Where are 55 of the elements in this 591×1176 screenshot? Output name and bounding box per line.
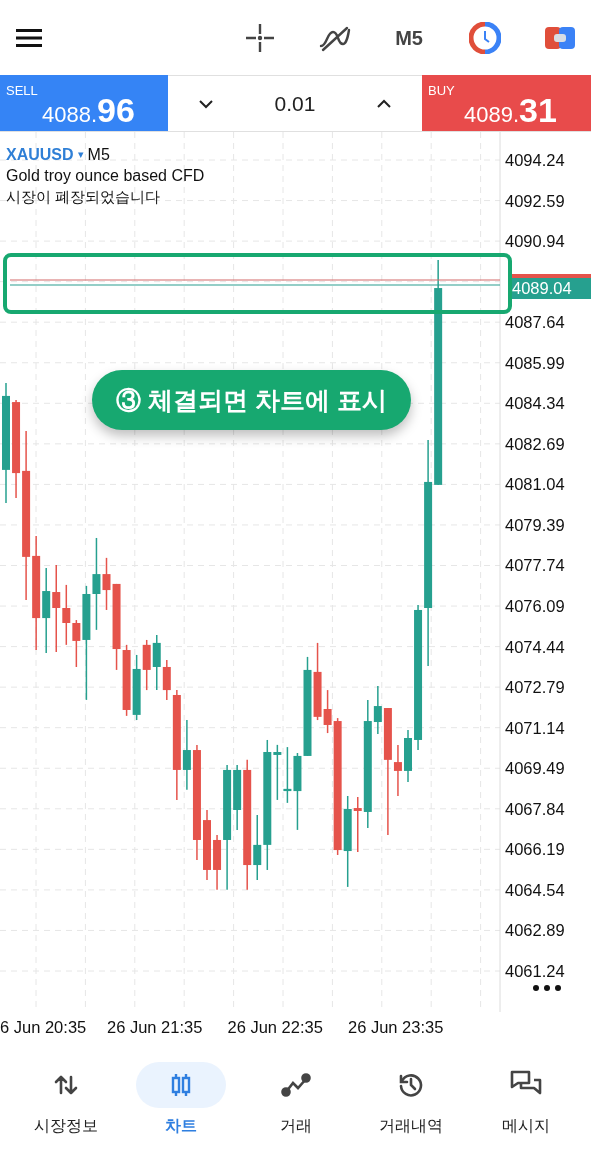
nav-tab[interactable]: 차트 <box>125 1062 236 1138</box>
time-axis-label: 26 Jun 22:35 <box>227 1017 323 1038</box>
lot-size-field[interactable]: 0.01 <box>274 87 316 120</box>
price-axis-label: 4077.74 <box>505 555 565 576</box>
price-axis-label: 4067.84 <box>505 798 565 819</box>
current-price-tag: 4089.04 <box>510 278 591 299</box>
price-axis-label: 4085.99 <box>505 352 565 373</box>
symbol-link[interactable]: XAUUSD <box>6 144 74 165</box>
price-axis-label: 4079.39 <box>505 514 565 535</box>
nav-tab[interactable]: 메시지 <box>470 1062 581 1138</box>
price-axis-label: 4062.89 <box>505 920 565 941</box>
price-axis-label: 4082.69 <box>505 433 565 454</box>
menu-icon[interactable] <box>16 27 42 48</box>
candle <box>404 729 412 783</box>
time-axis-label: 26 Jun 23:35 <box>348 1017 444 1038</box>
price-axis-label: 4064.54 <box>505 879 565 900</box>
price-axis-label: 4090.94 <box>505 231 565 252</box>
chart-timeframe: M5 <box>87 145 110 165</box>
time-axis-label: 6 Jun 20:35 <box>0 1017 87 1038</box>
nav-tab[interactable]: 거래 <box>240 1062 351 1138</box>
price-axis-label: 4084.34 <box>505 393 565 414</box>
price-axis-label: 4074.44 <box>505 636 565 657</box>
price-axis-label: 4081.04 <box>505 474 565 495</box>
price-axis-label: 4072.79 <box>505 677 565 698</box>
timeframe-button[interactable]: M5 <box>395 22 423 53</box>
market-status: 시장이 폐장되었습니다 <box>6 187 162 207</box>
crosshair-icon[interactable] <box>245 22 276 53</box>
nav-tab[interactable]: 거래내역 <box>355 1062 466 1138</box>
decrease-icon[interactable] <box>198 98 215 109</box>
sort-arrows-icon <box>52 1073 79 1097</box>
price-axis-label: 4092.59 <box>505 190 565 211</box>
callout-banner: ③ 체결되면 차트에 표시 <box>92 370 411 430</box>
candle <box>132 654 141 721</box>
price-axis-label: 4071.14 <box>505 717 565 738</box>
sell-button[interactable]: SELL 4088.96 <box>0 75 168 131</box>
more-icon[interactable] <box>532 984 562 992</box>
price-axis-label: 4094.24 <box>505 150 565 170</box>
buy-button[interactable]: BUY 4089.31 <box>422 75 591 131</box>
candle <box>283 746 292 804</box>
trade-toggle-icon[interactable] <box>545 24 575 51</box>
candle <box>203 809 211 881</box>
clock-icon[interactable] <box>469 21 501 54</box>
price-axis-label: 4066.19 <box>505 839 565 860</box>
line-chart-icon <box>280 1072 311 1098</box>
dropdown-arrow[interactable]: ▾ <box>77 144 84 165</box>
increase-icon[interactable] <box>375 98 392 109</box>
price-axis-label: 4076.09 <box>505 596 565 617</box>
price-axis-label: 4061.24 <box>505 960 565 981</box>
price-axis-label: 4087.64 <box>505 312 565 333</box>
time-axis-label: 26 Jun 21:35 <box>107 1017 203 1038</box>
symbol-description: Gold troy ounce based CFD <box>6 166 205 186</box>
candle <box>152 634 161 691</box>
price-axis-label: 4069.49 <box>505 758 565 779</box>
candle <box>142 639 151 691</box>
nav-tab[interactable]: 시장정보 <box>10 1062 121 1138</box>
